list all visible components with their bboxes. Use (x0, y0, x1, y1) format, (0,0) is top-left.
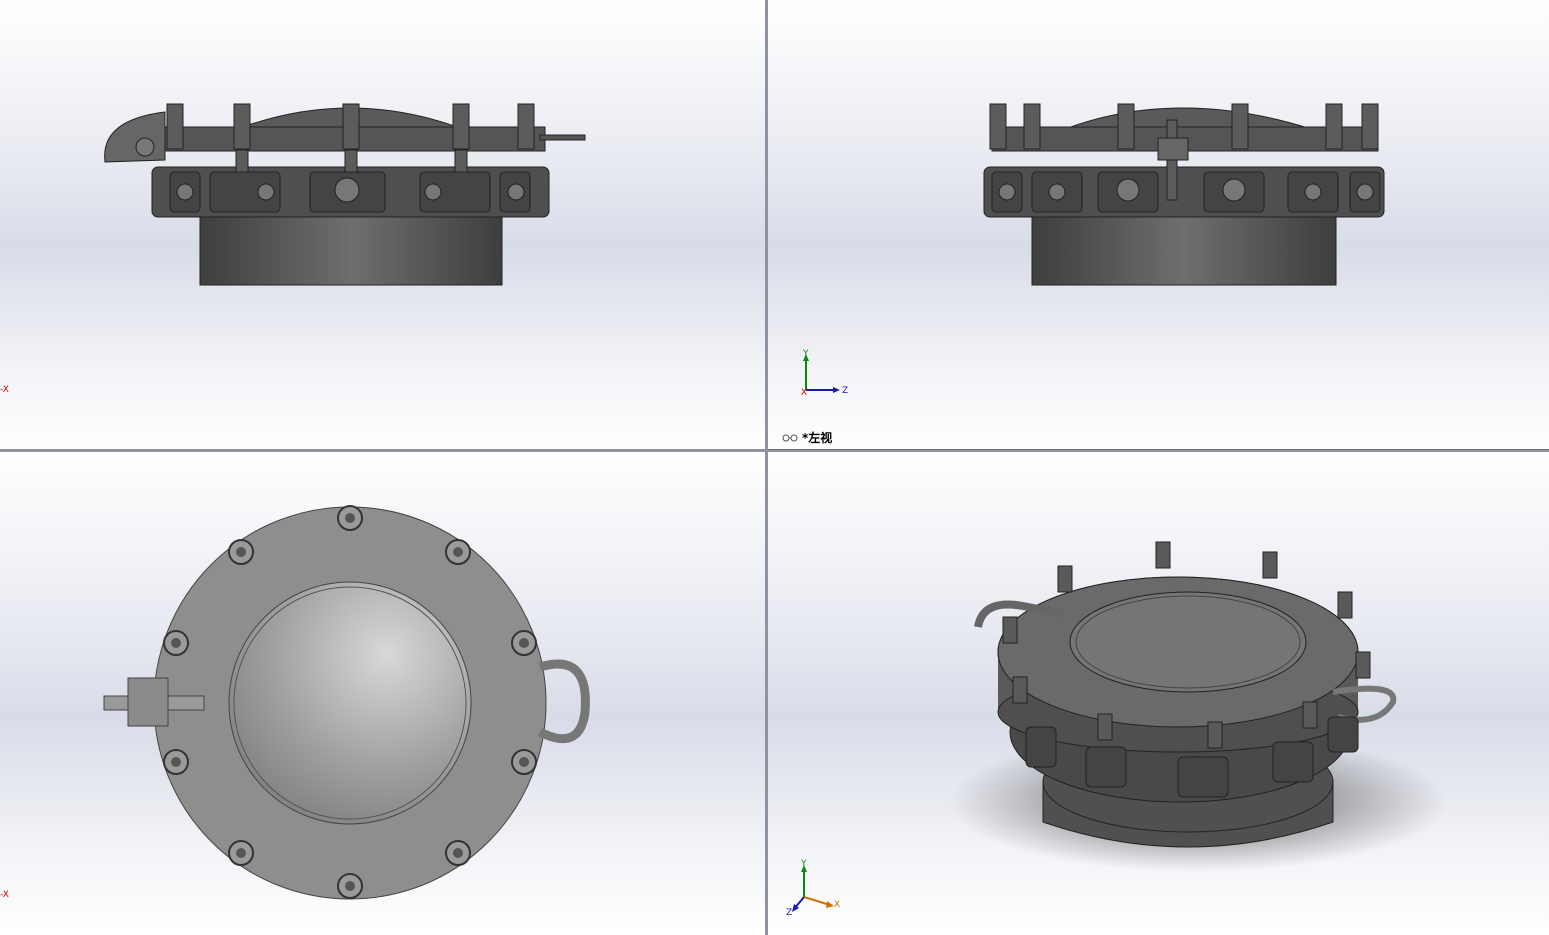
triad-y-label: Y (802, 349, 809, 359)
model-front-view (104, 103, 586, 286)
view-name-text: *左视 (802, 431, 833, 445)
triad-z-label: Z (786, 908, 792, 917)
model-left-view (983, 103, 1385, 286)
triad-x-label: X (834, 900, 840, 910)
viewport-isometric[interactable]: Y X Z (768, 452, 1549, 935)
viewport-left[interactable]: Y Z X *左视 (768, 0, 1549, 450)
axis-mark-x: -X (0, 890, 9, 900)
triad-x-label: X (801, 388, 807, 398)
viewport-front[interactable]: -X (0, 0, 765, 449)
axis-mark-x: -X (0, 385, 9, 395)
triad-y-label: Y (800, 859, 807, 869)
triad-z-label: Z (842, 386, 848, 396)
axis-triad: Y X Z (786, 859, 840, 917)
viewport-top[interactable]: -X (0, 452, 765, 935)
view-name-label: *左视 (782, 429, 832, 446)
glasses-icon (782, 434, 798, 441)
axis-triad: Y Z X (801, 349, 848, 398)
model-top-view (103, 505, 590, 900)
model-isometric-view (948, 541, 1448, 872)
